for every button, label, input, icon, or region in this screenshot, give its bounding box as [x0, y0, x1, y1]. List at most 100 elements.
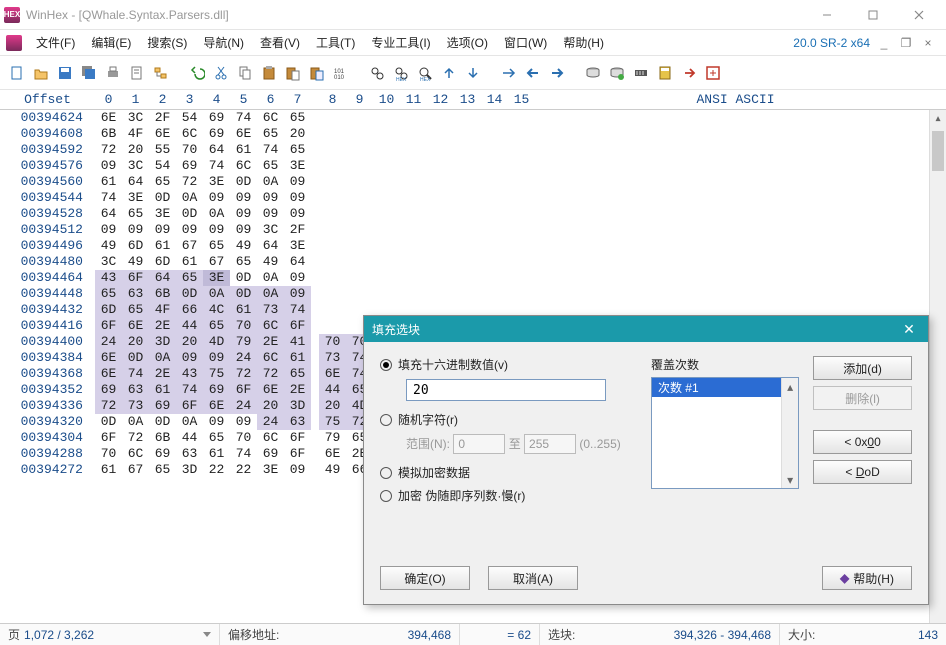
- byte-cell[interactable]: 49: [230, 238, 257, 254]
- byte-cell[interactable]: [454, 126, 481, 142]
- byte-cell[interactable]: 6E: [95, 366, 122, 382]
- byte-cell[interactable]: [427, 206, 454, 222]
- byte-cell[interactable]: 49: [257, 254, 284, 270]
- byte-cell[interactable]: [508, 286, 535, 302]
- byte-cell[interactable]: 0A: [257, 286, 284, 302]
- byte-cell[interactable]: [454, 110, 481, 126]
- byte-cell[interactable]: 0D: [230, 286, 257, 302]
- byte-cell[interactable]: 65: [257, 126, 284, 142]
- byte-cell[interactable]: [373, 206, 400, 222]
- byte-cell[interactable]: [481, 286, 508, 302]
- byte-cell[interactable]: 2E: [284, 382, 311, 398]
- byte-cell[interactable]: [454, 142, 481, 158]
- ascii-cell[interactable]: [543, 254, 946, 270]
- byte-cell[interactable]: 65: [203, 430, 230, 446]
- byte-cell[interactable]: 6C: [257, 318, 284, 334]
- byte-cell[interactable]: [427, 238, 454, 254]
- byte-cell[interactable]: [508, 158, 535, 174]
- mdi-minimize-icon[interactable]: _: [876, 35, 892, 51]
- byte-cell[interactable]: [346, 110, 373, 126]
- byte-cell[interactable]: [481, 254, 508, 270]
- byte-cell[interactable]: 79: [230, 334, 257, 350]
- offset-cell[interactable]: 00394416: [0, 318, 95, 334]
- hex-row[interactable]: 00394496496D61676549643E: [0, 238, 946, 254]
- byte-cell[interactable]: 70: [95, 446, 122, 462]
- byte-cell[interactable]: [400, 286, 427, 302]
- byte-cell[interactable]: 3E: [122, 190, 149, 206]
- byte-cell[interactable]: [508, 254, 535, 270]
- byte-cell[interactable]: [481, 174, 508, 190]
- byte-cell[interactable]: 24: [230, 350, 257, 366]
- byte-cell[interactable]: 6F: [122, 270, 149, 286]
- offset-cell[interactable]: 00394480: [0, 254, 95, 270]
- byte-cell[interactable]: 70: [230, 318, 257, 334]
- byte-cell[interactable]: [373, 142, 400, 158]
- scroll-up-icon[interactable]: ▴: [930, 110, 946, 127]
- byte-cell[interactable]: 6F: [230, 382, 257, 398]
- byte-cell[interactable]: 49: [319, 462, 346, 478]
- byte-cell[interactable]: [400, 254, 427, 270]
- byte-cell[interactable]: 6B: [149, 430, 176, 446]
- byte-cell[interactable]: 70: [230, 430, 257, 446]
- byte-cell[interactable]: 63: [122, 286, 149, 302]
- offset-cell[interactable]: 00394544: [0, 190, 95, 206]
- header-col-6[interactable]: 6: [257, 92, 284, 107]
- byte-cell[interactable]: 20: [284, 126, 311, 142]
- offset-cell[interactable]: 00394304: [0, 430, 95, 446]
- menu-edit[interactable]: 编辑(E): [83, 31, 139, 54]
- byte-cell[interactable]: 09: [230, 414, 257, 430]
- byte-cell[interactable]: [508, 110, 535, 126]
- byte-cell[interactable]: 74: [203, 158, 230, 174]
- byte-cell[interactable]: [319, 110, 346, 126]
- offset-cell[interactable]: 00394496: [0, 238, 95, 254]
- header-col-13[interactable]: 13: [454, 92, 481, 107]
- byte-cell[interactable]: 74: [176, 382, 203, 398]
- byte-cell[interactable]: 67: [122, 462, 149, 478]
- byte-cell[interactable]: 65: [284, 110, 311, 126]
- header-col-10[interactable]: 10: [373, 92, 400, 107]
- open-folder-icon[interactable]: [30, 62, 52, 84]
- offset-cell[interactable]: 00394592: [0, 142, 95, 158]
- byte-cell[interactable]: 79: [319, 430, 346, 446]
- byte-cell[interactable]: [454, 270, 481, 286]
- byte-cell[interactable]: [481, 110, 508, 126]
- byte-cell[interactable]: 61: [176, 254, 203, 270]
- byte-cell[interactable]: 0A: [203, 286, 230, 302]
- byte-cell[interactable]: [373, 270, 400, 286]
- byte-cell[interactable]: [481, 142, 508, 158]
- byte-cell[interactable]: 09: [284, 270, 311, 286]
- mdi-close-icon[interactable]: ×: [920, 35, 936, 51]
- header-ascii[interactable]: ANSI ASCII: [543, 92, 928, 107]
- byte-cell[interactable]: 09: [122, 222, 149, 238]
- hex-row[interactable]: 00394544743E0D0A09090909: [0, 190, 946, 206]
- mdi-restore-icon[interactable]: ❐: [898, 35, 914, 51]
- offset-cell[interactable]: 00394512: [0, 222, 95, 238]
- byte-cell[interactable]: [373, 110, 400, 126]
- byte-cell[interactable]: [454, 238, 481, 254]
- settings-arrow-icon[interactable]: [678, 62, 700, 84]
- offset-cell[interactable]: 00394352: [0, 382, 95, 398]
- byte-cell[interactable]: 73: [319, 350, 346, 366]
- byte-cell[interactable]: 72: [176, 174, 203, 190]
- byte-cell[interactable]: [454, 222, 481, 238]
- byte-cell[interactable]: [346, 270, 373, 286]
- byte-cell[interactable]: [400, 126, 427, 142]
- byte-cell[interactable]: 3E: [284, 158, 311, 174]
- byte-cell[interactable]: 2F: [149, 110, 176, 126]
- byte-cell[interactable]: 09: [257, 206, 284, 222]
- hex-row[interactable]: 003945927220557064617465: [0, 142, 946, 158]
- byte-cell[interactable]: [346, 206, 373, 222]
- list-scroll-down-icon[interactable]: ▾: [782, 471, 798, 488]
- menu-view[interactable]: 查看(V): [252, 31, 308, 54]
- byte-cell[interactable]: 3D: [149, 334, 176, 350]
- new-file-icon[interactable]: [6, 62, 28, 84]
- byte-cell[interactable]: 6C: [257, 110, 284, 126]
- byte-cell[interactable]: 09: [95, 158, 122, 174]
- byte-cell[interactable]: 61: [203, 446, 230, 462]
- byte-cell[interactable]: 3C: [122, 158, 149, 174]
- byte-cell[interactable]: 65: [230, 254, 257, 270]
- ascii-cell[interactable]: [543, 190, 946, 206]
- byte-cell[interactable]: 65: [257, 158, 284, 174]
- offset-cell[interactable]: 00394576: [0, 158, 95, 174]
- byte-cell[interactable]: 24: [95, 334, 122, 350]
